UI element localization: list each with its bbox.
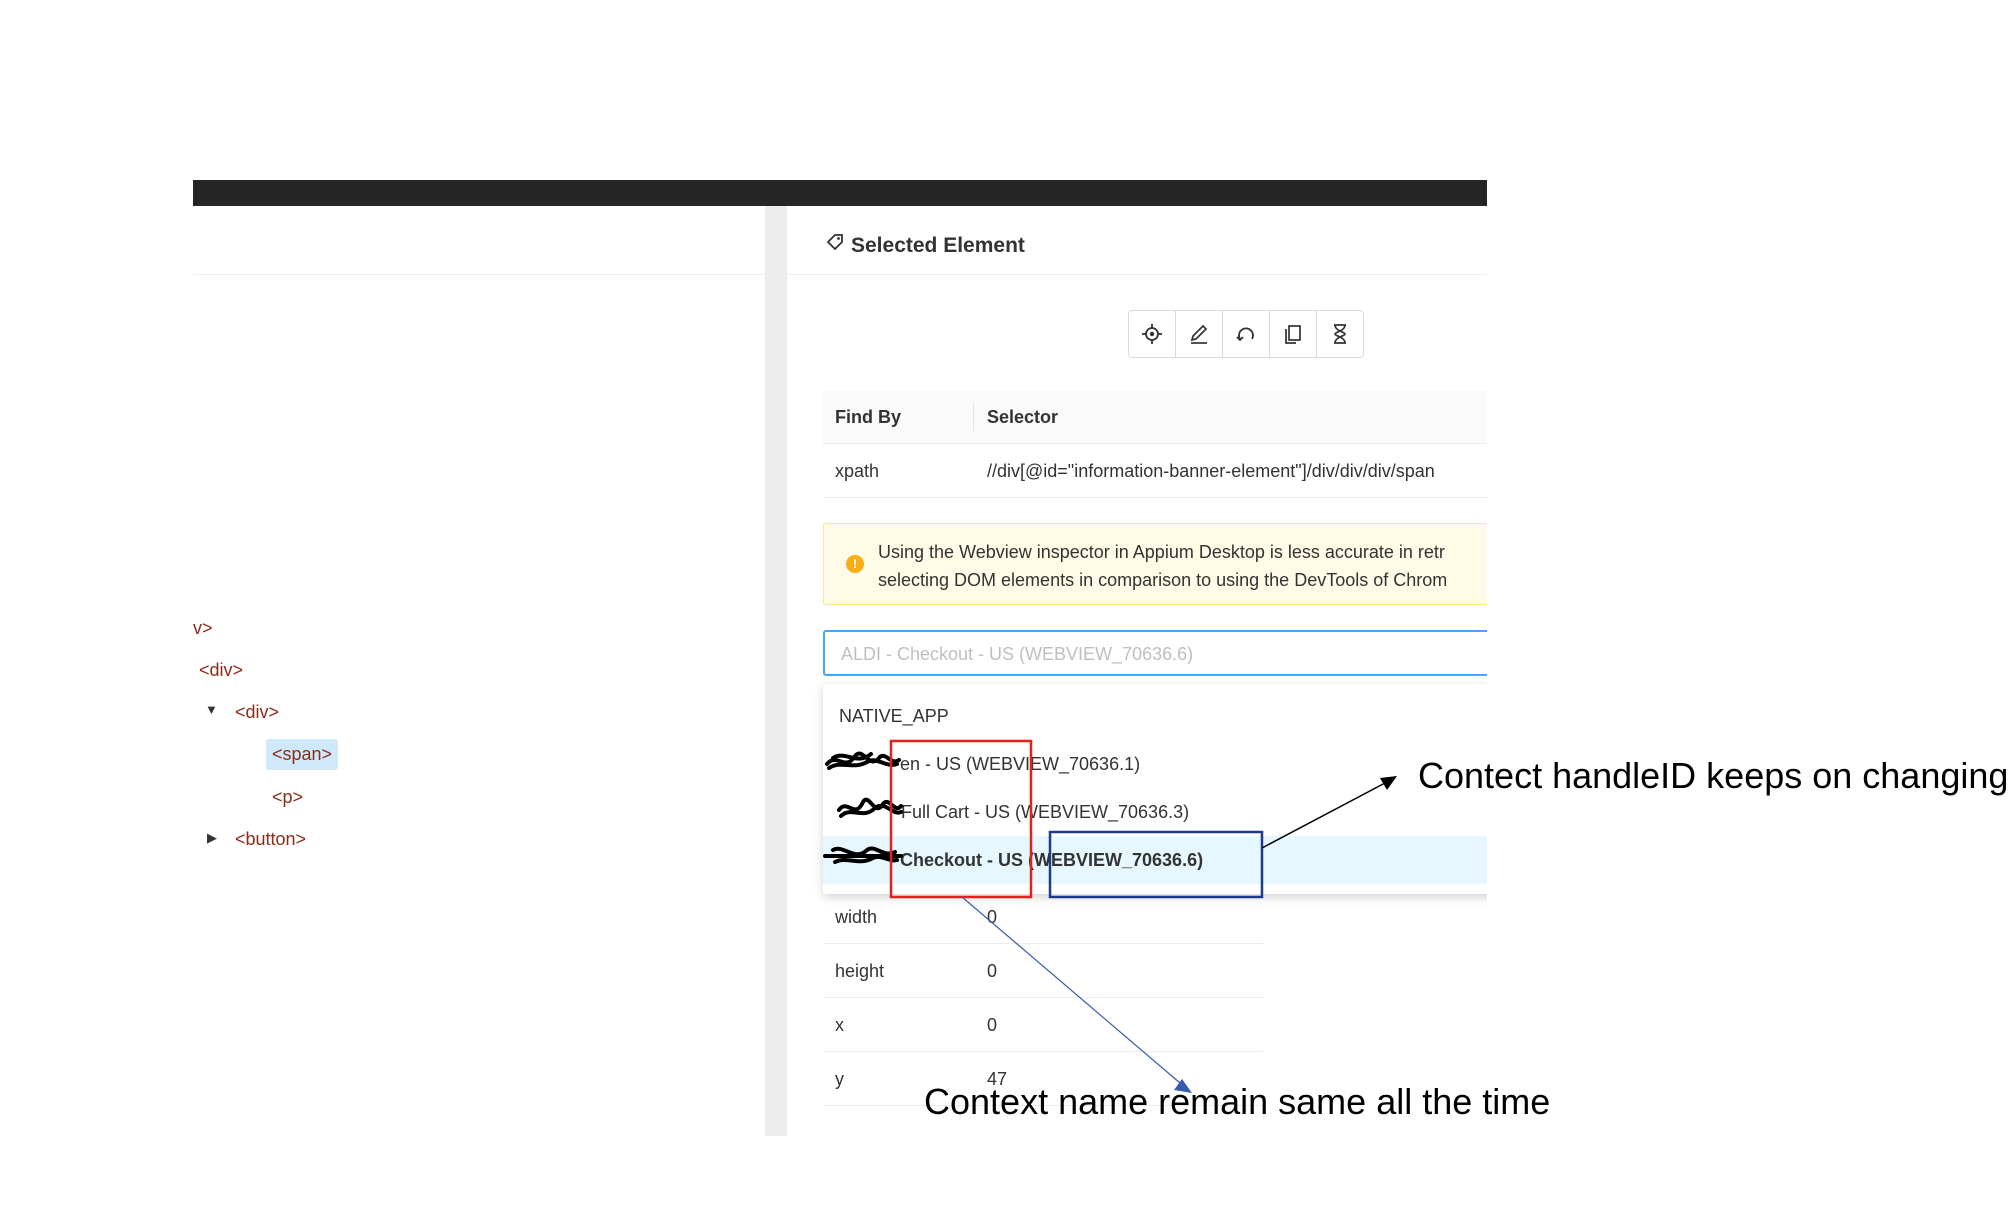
handle-note-arrow: [1261, 782, 1386, 849]
handle-id-note: Contect handleID keeps on changing: [1418, 755, 2009, 796]
name-note-arrow: [961, 896, 1181, 1084]
context-name-note: Context name remain same all the time: [924, 1081, 1551, 1122]
handle-id-highlight-box: [1048, 830, 1264, 899]
context-name-highlight-box: [889, 739, 1033, 899]
annotation-overlay: [889, 739, 1397, 1093]
arrowhead-icon: [1380, 776, 1397, 790]
